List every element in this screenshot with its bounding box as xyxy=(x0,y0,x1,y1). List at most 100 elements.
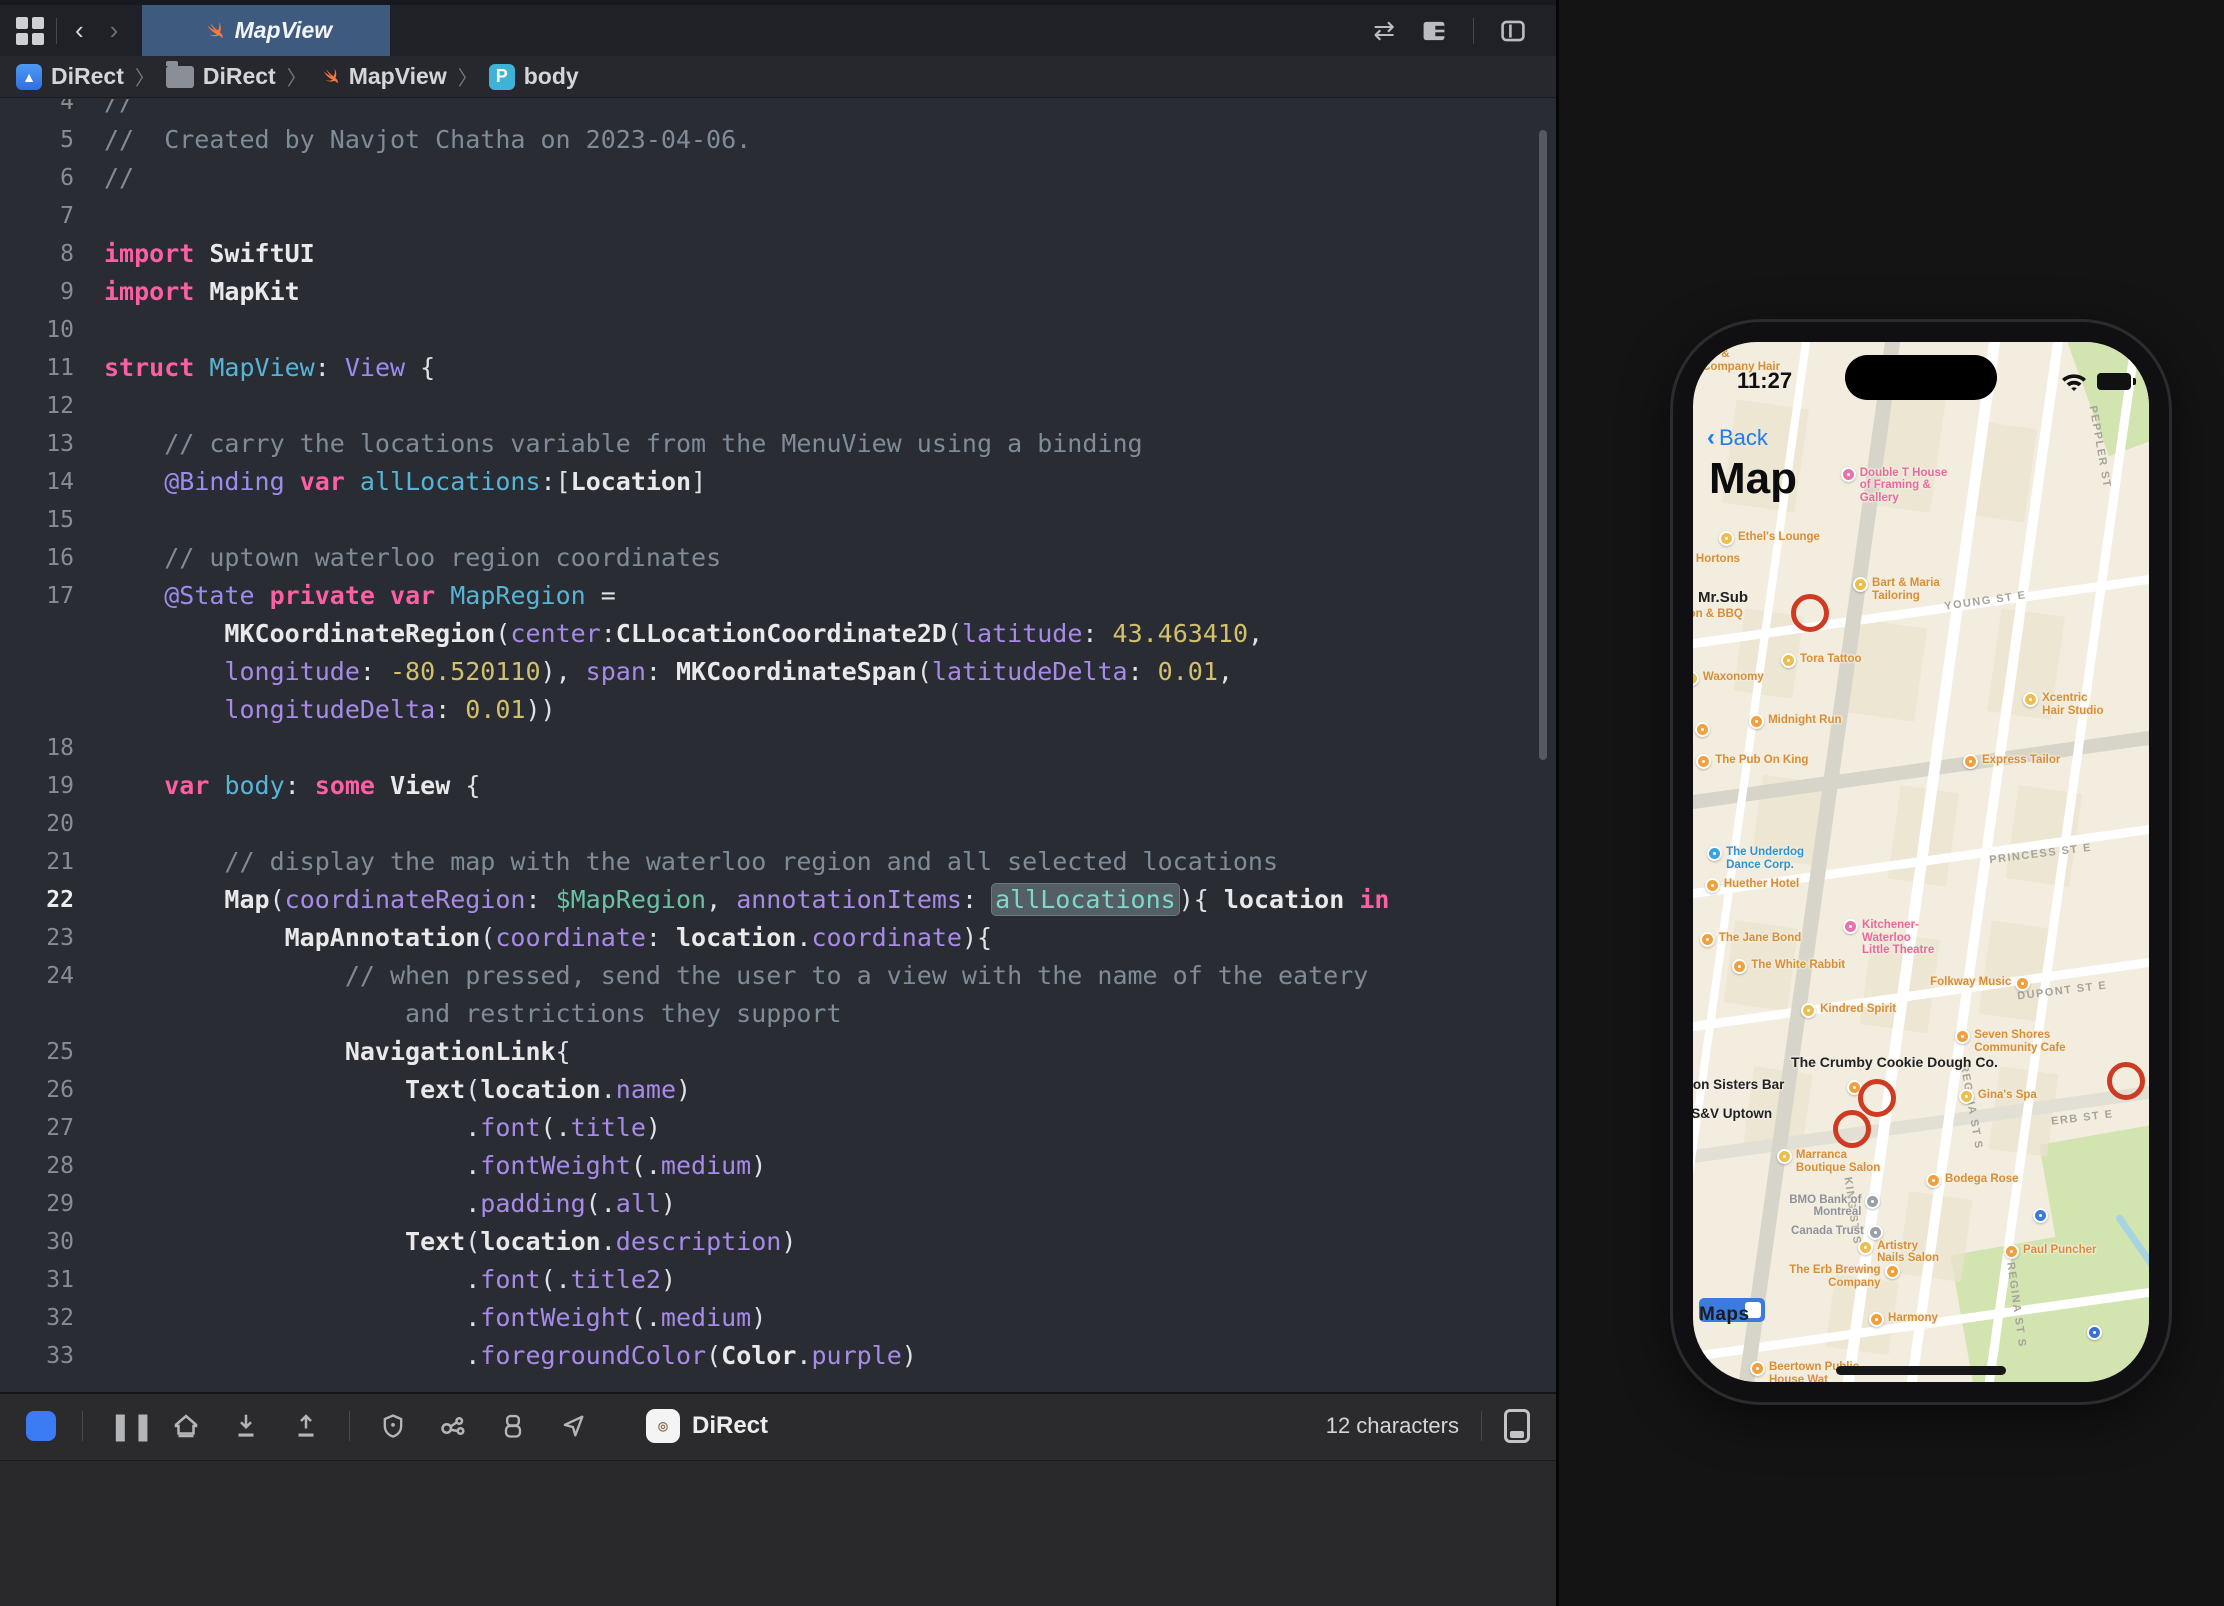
code-line[interactable]: longitudeDelta: 0.01)) xyxy=(0,691,1545,729)
code-line[interactable]: 21 // display the map with the waterloo … xyxy=(0,843,1545,881)
code-line[interactable]: 12 xyxy=(0,387,1545,425)
poi-dot-icon xyxy=(1707,846,1723,862)
pause-icon[interactable]: ❚❚ xyxy=(109,1411,154,1442)
breadcrumb-project[interactable]: DiRect xyxy=(51,63,124,90)
breadcrumb-symbol[interactable]: body xyxy=(524,63,579,90)
editor-tab-mapview[interactable]: MapView xyxy=(142,5,391,56)
navigate-forward-button[interactable]: › xyxy=(102,15,127,46)
device-icon[interactable] xyxy=(1504,1409,1530,1443)
poi-label: rtion & BBQ xyxy=(1693,608,1743,621)
poi-label: Double T House of Framing & Gallery xyxy=(1859,466,1948,504)
related-items-grid-icon[interactable] xyxy=(14,15,46,47)
line-number: 7 xyxy=(60,203,74,229)
poi-label: The Pub On King xyxy=(1715,753,1809,766)
breadcrumb-file[interactable]: MapView xyxy=(349,63,447,90)
code-line[interactable]: 18 xyxy=(0,729,1545,767)
source-editor[interactable]: 4 // 5 // Created by Navjot Chatha on 2023-… xyxy=(0,99,1545,1392)
poi-dot-icon xyxy=(2023,692,2039,708)
map-annotation-circle[interactable] xyxy=(1791,593,1830,632)
code-line[interactable]: 20 xyxy=(0,805,1545,843)
code-line[interactable]: and restrictions they support xyxy=(0,995,1545,1033)
code-text: @State private var MapRegion = xyxy=(164,581,616,610)
code-line[interactable]: longitude: -80.520110), span: MKCoordina… xyxy=(0,653,1545,691)
code-line[interactable]: 9 import MapKit xyxy=(0,273,1545,311)
simulator-toolbar: ❚❚ ◎ DiRect 12 characters xyxy=(0,1392,1556,1458)
poi-dot-icon xyxy=(1776,1149,1792,1165)
divider xyxy=(1473,17,1474,44)
code-text: .fontWeight(.medium) xyxy=(465,1303,767,1332)
run-indicator-icon[interactable] xyxy=(26,1411,56,1441)
breadcrumb-group[interactable]: DiRect xyxy=(203,63,276,90)
code-line[interactable]: 15 xyxy=(0,501,1545,539)
poi-dot-icon xyxy=(1781,652,1796,668)
map-annotation-circle[interactable] xyxy=(2107,1061,2146,1100)
code-line[interactable]: 27 .font(.title) xyxy=(0,1109,1545,1147)
code-line[interactable]: 4 // xyxy=(0,99,1545,121)
code-line[interactable]: 8 import SwiftUI xyxy=(0,235,1545,273)
poi-label: Ethel's Lounge xyxy=(1737,531,1820,544)
code-line[interactable]: 23 MapAnnotation(coordinate: location.co… xyxy=(0,919,1545,957)
map-poi: Xcentric Hair Studio xyxy=(2023,692,2103,717)
stack-icon[interactable] xyxy=(496,1412,530,1440)
poi-dot-icon xyxy=(1704,877,1720,893)
poi-dot-icon xyxy=(1858,1239,1874,1255)
code-text: .font(.title2) xyxy=(465,1265,676,1294)
divider xyxy=(349,1411,350,1441)
maps-logo-text: Maps xyxy=(1699,1304,1750,1325)
code-text: .foregroundColor(Color.purple) xyxy=(465,1341,917,1370)
code-line[interactable]: 28 .fontWeight(.medium) xyxy=(0,1147,1545,1185)
map-poi: The Pub On King xyxy=(1696,753,1809,769)
code-line[interactable]: 30 Text(location.description) xyxy=(0,1223,1545,1261)
code-line[interactable]: 19 var body: some View { xyxy=(0,767,1545,805)
share-nodes-icon[interactable] xyxy=(436,1411,470,1441)
restore-state-icon[interactable] xyxy=(289,1411,323,1441)
code-line[interactable]: 29 .padding(.all) xyxy=(0,1185,1545,1223)
code-line[interactable]: 33 .foregroundColor(Color.purple) xyxy=(0,1337,1545,1375)
status-time: 11:27 xyxy=(1737,368,1793,393)
poi-label: The Jane Bond xyxy=(1718,931,1802,944)
home-indicator[interactable] xyxy=(1836,1366,2006,1375)
code-line[interactable]: 24 // when pressed, send the user to a v… xyxy=(0,957,1545,995)
running-app-chip[interactable]: ◎ DiRect xyxy=(646,1409,768,1443)
code-line[interactable]: 31 .font(.title2) xyxy=(0,1261,1545,1299)
code-line[interactable]: 6 // xyxy=(0,159,1545,197)
code-line[interactable]: 32 .fontWeight(.medium) xyxy=(0,1299,1545,1337)
poi-dot-icon xyxy=(1926,1172,1942,1188)
code-line[interactable]: 16 // uptown waterloo region coordinates xyxy=(0,539,1545,577)
poi-dot-icon xyxy=(1718,531,1734,547)
dynamic-island xyxy=(1845,355,1997,400)
code-line[interactable]: 25 NavigationLink{ xyxy=(0,1033,1545,1071)
editor-scrollbar[interactable] xyxy=(1539,130,1547,760)
add-editor-icon[interactable] xyxy=(1500,18,1526,44)
code-line[interactable]: 13 // carry the locations variable from … xyxy=(0,425,1545,463)
code-line[interactable]: MKCoordinateRegion(center:CLLocationCoor… xyxy=(0,615,1545,653)
adjust-editor-icon[interactable] xyxy=(1421,18,1447,44)
poi-label: Seven Shores Community Cafe xyxy=(1974,1029,2066,1054)
map-poi: S&V Uptown xyxy=(1693,1107,1772,1122)
code-line[interactable]: 10 xyxy=(0,311,1545,349)
code-line[interactable]: 17 @State private var MapRegion = xyxy=(0,577,1545,615)
navigate-back-button[interactable]: ‹ xyxy=(67,15,92,46)
shield-icon[interactable] xyxy=(376,1412,410,1440)
code-line[interactable]: 26 Text(location.name) xyxy=(0,1071,1545,1109)
map-annotation-circle[interactable] xyxy=(1832,1109,1871,1148)
line-number: 18 xyxy=(46,735,74,761)
street-label: REGINA ST S xyxy=(1957,1063,1985,1151)
poi-dot-icon xyxy=(1884,1264,1900,1280)
map-poi: The Erb Brewing Company xyxy=(1789,1264,1900,1289)
code-text: Text(location.name) xyxy=(405,1075,692,1104)
home-icon[interactable] xyxy=(169,1411,203,1441)
code-line[interactable]: 11 struct MapView: View { xyxy=(0,349,1545,387)
line-number: 24 xyxy=(46,963,74,989)
poi-label: Bart & Maria Tailoring xyxy=(1872,577,1940,602)
code-line[interactable]: 14 @Binding var allLocations:[Location] xyxy=(0,463,1545,501)
back-button[interactable]: ‹ Back xyxy=(1707,424,1768,452)
code-review-icon[interactable]: ⇄ xyxy=(1373,15,1395,46)
location-arrow-icon[interactable] xyxy=(556,1412,590,1440)
breadcrumb-chevron: 〉 xyxy=(286,68,307,90)
save-state-icon[interactable] xyxy=(229,1411,263,1441)
code-line[interactable]: 5 // Created by Navjot Chatha on 2023-04-… xyxy=(0,121,1545,159)
code-line[interactable]: 22 Map(coordinateRegion: $MapRegion, ann… xyxy=(0,881,1545,919)
poi-dot-icon xyxy=(1962,753,1978,769)
code-line[interactable]: 7 xyxy=(0,197,1545,235)
